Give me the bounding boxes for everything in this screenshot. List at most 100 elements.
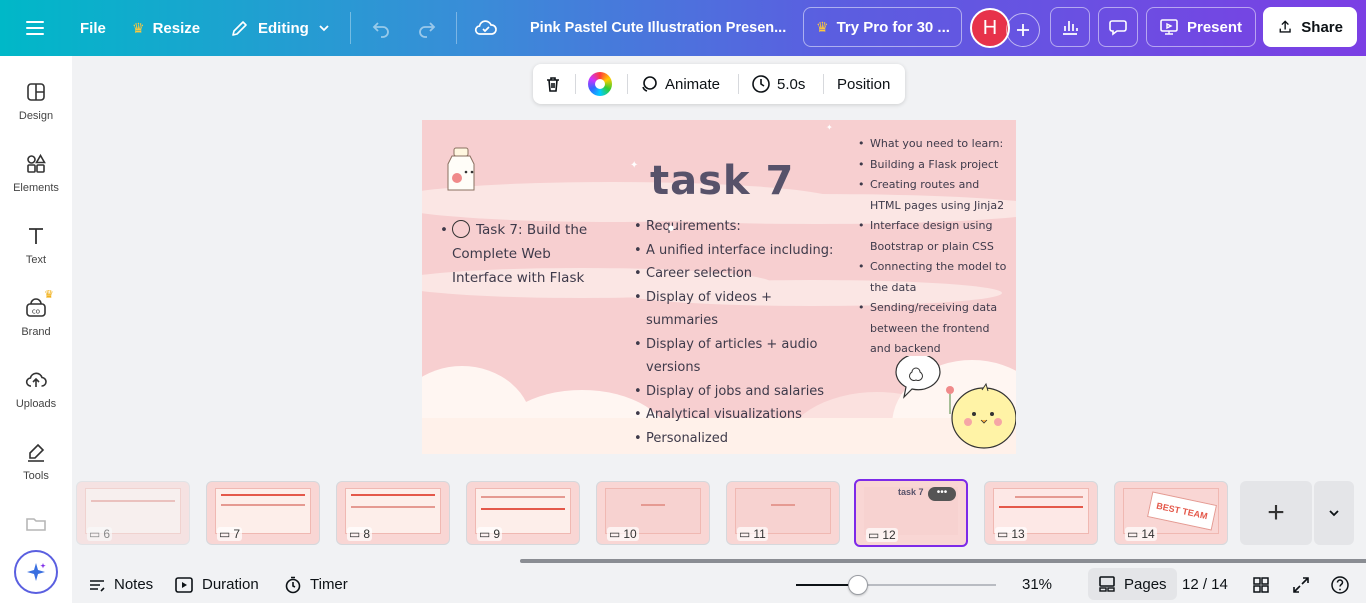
rail-label: Elements (13, 182, 59, 194)
insights-button[interactable] (1050, 7, 1090, 47)
sparkle-decoration: ● (668, 224, 675, 232)
crown-icon: ♛ (816, 18, 829, 35)
page-thumbnail[interactable]: ▭ 13 (984, 481, 1098, 545)
timing-button[interactable]: 5.0s (751, 64, 805, 104)
page-thumbnail[interactable]: ▭ 11 (726, 481, 840, 545)
avatar[interactable]: H (970, 8, 1010, 48)
thumbnail-line (1015, 496, 1083, 498)
notes-label: Notes (114, 576, 154, 593)
divider (823, 74, 824, 94)
rail-label: Text (25, 254, 47, 266)
rail-item-tools[interactable]: Tools (0, 440, 72, 482)
rail-label: Uploads (15, 398, 57, 410)
rail-item-brand[interactable]: co Brand ♛ (0, 289, 72, 338)
page-thumbnail[interactable]: ▭ 6 (76, 481, 190, 545)
present-icon: ▭ (739, 527, 751, 541)
scrollbar-thumb[interactable] (520, 559, 1366, 563)
add-collaborator-button[interactable] (1006, 13, 1040, 47)
grid-view-button[interactable] (1252, 566, 1270, 603)
page-number: ▭ 11 (737, 527, 768, 541)
file-menu[interactable]: File (80, 0, 106, 56)
save-status-button[interactable] (474, 0, 498, 56)
design-icon (27, 83, 45, 101)
timer-button[interactable]: Timer (284, 566, 348, 603)
list-item: Analytical visualizations (634, 403, 844, 427)
animate-button[interactable]: Animate (639, 64, 720, 104)
page-number-label: 13 (1011, 527, 1025, 541)
page-thumbnail[interactable]: BEST TEAM ▭ 14 (1114, 481, 1228, 545)
rail-item-design[interactable]: Design (0, 80, 72, 122)
share-button[interactable]: Share (1263, 7, 1357, 47)
present-icon: ▭ (1127, 527, 1139, 541)
slide-title[interactable]: task 7 (650, 158, 794, 204)
page-thumbnail[interactable]: ▭ 9 (466, 481, 580, 545)
add-page-button[interactable]: + (1240, 481, 1312, 545)
rail-item-elements[interactable]: Elements (0, 152, 72, 194)
editing-mode-dropdown[interactable]: Editing (230, 0, 331, 56)
redo-button[interactable] (416, 0, 438, 56)
expand-pages-button[interactable] (1314, 481, 1354, 545)
page-thumbnail-selected[interactable]: task 7 ••• ▭ 12 (854, 479, 968, 547)
page-strip-scrollbar[interactable] (72, 559, 1366, 563)
page-number-label: 11 (753, 527, 766, 541)
delete-button[interactable] (543, 64, 563, 104)
notes-button[interactable]: Notes (88, 566, 153, 603)
present-icon: ▭ (349, 527, 361, 541)
comments-button[interactable] (1098, 7, 1138, 47)
position-button[interactable]: Position (837, 64, 890, 104)
pages-view-button[interactable]: Pages (1088, 568, 1177, 600)
divider (350, 12, 351, 44)
rail-item-projects[interactable] (0, 512, 72, 536)
thumbnail-line (999, 506, 1083, 508)
page-thumbnail[interactable]: ▭ 8 (336, 481, 450, 545)
tools-icon (28, 443, 45, 462)
milk-bottle-illustration (447, 147, 475, 191)
timer-icon (285, 576, 301, 593)
color-picker-button[interactable] (588, 64, 612, 104)
bottom-bar: Notes Duration Timer 31% Pages 12 / 14 (72, 566, 1366, 603)
page-number: ▭ 14 (1125, 527, 1157, 541)
plus-icon (1017, 24, 1029, 36)
page-thumbnail[interactable]: ▭ 10 (596, 481, 710, 545)
duration-label: Duration (202, 576, 259, 593)
thumbnail-line (481, 508, 565, 510)
slide-requirements-list[interactable]: Requirements: A unified interface includ… (634, 215, 844, 454)
page-number: ▭ 8 (347, 527, 373, 541)
help-icon (1331, 575, 1349, 594)
divider (456, 12, 457, 44)
document-title[interactable]: Pink Pastel Cute Illustration Presen... (530, 0, 786, 56)
thumbnail-line (641, 504, 665, 506)
resize-button[interactable]: ♛ Resize (132, 0, 200, 56)
zoom-slider[interactable] (796, 575, 996, 595)
crown-icon: ♛ (132, 19, 145, 36)
present-button[interactable]: Present (1146, 7, 1256, 47)
magic-assistant-button[interactable] (14, 550, 58, 594)
page-thumbnail[interactable]: ▭ 7 (206, 481, 320, 545)
rail-item-uploads[interactable]: Uploads (0, 368, 72, 410)
slide-learning-list[interactable]: What you need to learn: Building a Flask… (858, 134, 1008, 360)
rail-item-text[interactable]: Text (0, 224, 72, 266)
page-number: ▭ 10 (607, 527, 639, 541)
cloud-check-icon (474, 20, 497, 35)
try-pro-button[interactable]: ♛ Try Pro for 30 ... (803, 7, 962, 47)
chevron-down-icon (1329, 510, 1339, 517)
zoom-slider-handle[interactable] (848, 575, 868, 595)
help-button[interactable] (1330, 566, 1350, 603)
divider (627, 74, 628, 94)
main-menu-button[interactable] (24, 0, 46, 56)
chevron-down-icon (319, 25, 329, 32)
page-number-label: 8 (363, 527, 371, 541)
try-pro-label: Try Pro for 30 ... (836, 18, 950, 36)
divider (575, 74, 576, 94)
page-options-button[interactable]: ••• (928, 487, 956, 501)
slide-left-text[interactable]: Task 7: Build the Complete Web Interface… (440, 218, 610, 290)
expand-icon (1293, 576, 1309, 593)
slide-canvas[interactable]: task 7 Task 7: Build the Complete Web In… (422, 120, 1016, 454)
zoom-percentage[interactable]: 31% (1022, 566, 1052, 603)
undo-button[interactable] (370, 0, 392, 56)
animate-label: Animate (665, 75, 721, 93)
resize-label: Resize (152, 19, 201, 37)
page-counter[interactable]: 12 / 14 (1182, 566, 1228, 603)
fullscreen-button[interactable] (1292, 566, 1310, 603)
duration-button[interactable]: Duration (174, 566, 259, 603)
